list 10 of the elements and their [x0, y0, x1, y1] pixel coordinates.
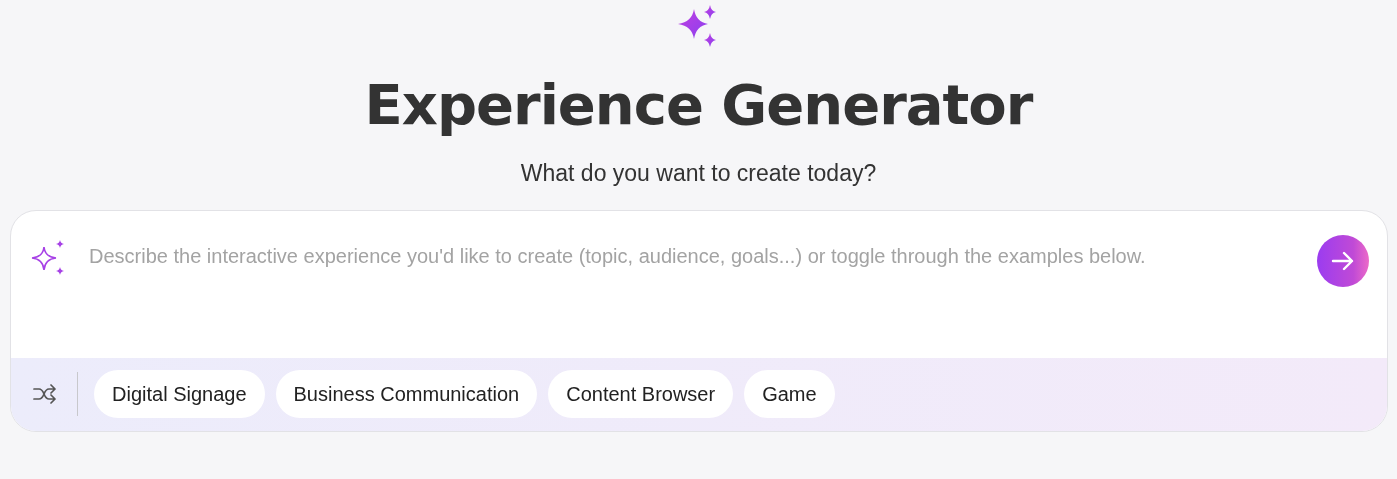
- example-chip[interactable]: Content Browser: [548, 370, 734, 419]
- send-button[interactable]: [1317, 234, 1369, 287]
- arrow-right-icon: [1331, 249, 1355, 272]
- example-chip[interactable]: Business Communication: [275, 370, 538, 419]
- example-chip[interactable]: Digital Signage: [94, 370, 265, 419]
- prompt-field[interactable]: Describe the interactive experience you'd like to create (topic, audience, goals...) or toggle through the examples below.: [89, 234, 1301, 275]
- subtitle: What do you want to create today?: [520, 160, 877, 188]
- shuffle-icon[interactable]: [33, 384, 57, 405]
- example-chip[interactable]: Game: [744, 370, 835, 419]
- page-title: Experience Generator: [364, 71, 1033, 139]
